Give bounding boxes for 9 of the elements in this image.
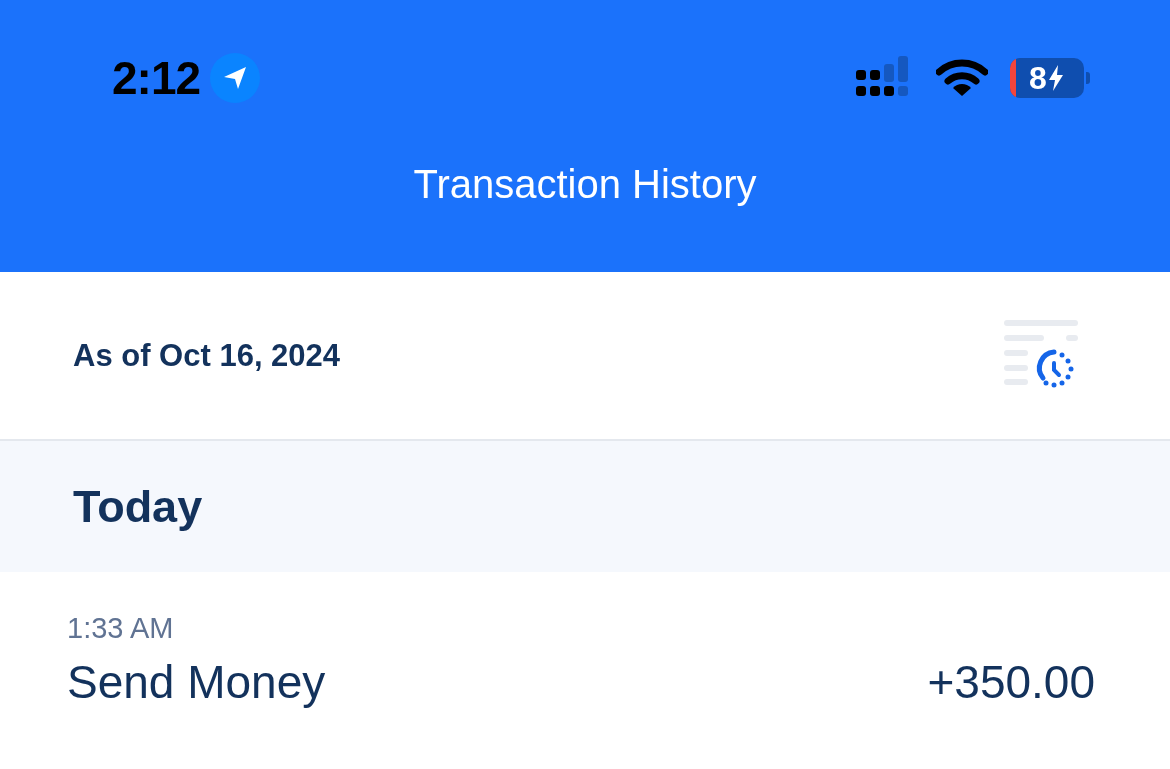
- transaction-row[interactable]: 1:33 AM Send Money +350.00: [0, 572, 1170, 709]
- section-title: Today: [73, 480, 203, 533]
- transaction-amount: +350.00: [927, 655, 1095, 709]
- as-of-date: As of Oct 16, 2024: [73, 337, 341, 374]
- transaction-time: 1:33 AM: [67, 612, 175, 645]
- wifi-icon: [936, 58, 988, 98]
- status-time: 2:12: [112, 51, 201, 105]
- screen-title: Transaction History: [412, 162, 758, 207]
- transaction-name: Send Money: [67, 655, 326, 709]
